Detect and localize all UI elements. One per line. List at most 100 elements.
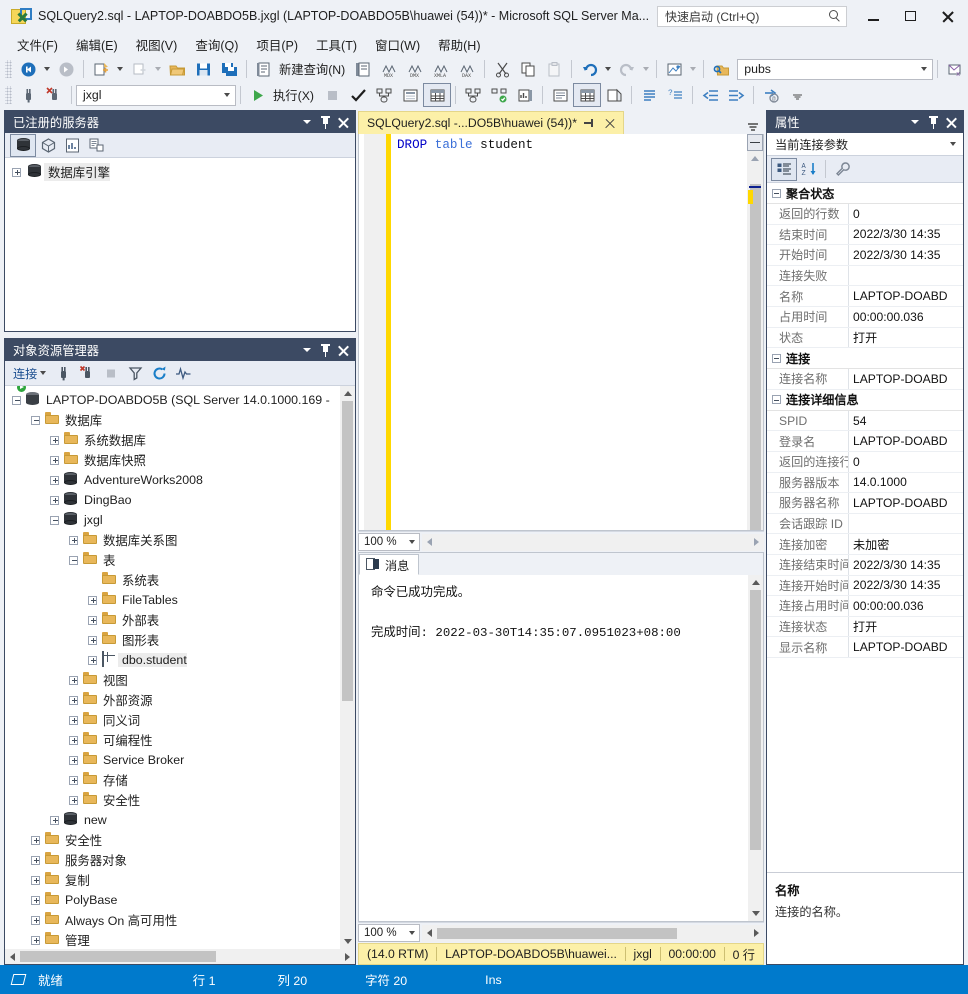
display-estimated-plan-button[interactable] bbox=[371, 84, 397, 106]
property-value[interactable]: LAPTOP-DOABD bbox=[849, 637, 963, 657]
tree-node[interactable]: 复制 bbox=[5, 870, 339, 890]
auto-hide-pin-icon-prop[interactable] bbox=[924, 113, 942, 131]
database-combo-arrow-icon[interactable] bbox=[916, 67, 932, 71]
property-value[interactable]: 未加密 bbox=[849, 534, 963, 554]
database-combo[interactable]: pubs bbox=[737, 58, 934, 80]
editor-vscroll-thumb[interactable] bbox=[749, 184, 761, 530]
expander-plus-icon[interactable] bbox=[85, 613, 100, 628]
analysis-services-filter-icon[interactable] bbox=[36, 135, 60, 156]
tab-sqlquery2[interactable]: SQLQuery2.sql -...DO5B\huawei (54))* bbox=[358, 111, 624, 134]
messages-output[interactable]: 命令已成功完成。 完成时间: 2022-03-30T14:35:07.09510… bbox=[359, 575, 763, 921]
property-row[interactable]: 返回的行数 0 bbox=[767, 204, 963, 225]
results-scroll-right-icon[interactable] bbox=[749, 926, 764, 941]
property-row[interactable]: 返回的连接行 0 bbox=[767, 451, 963, 473]
property-category[interactable]: 聚合状态 bbox=[767, 183, 963, 204]
new-query-with-connection-button[interactable]: x bbox=[942, 58, 968, 80]
property-row[interactable]: 服务器名称 LAPTOP-DOABD bbox=[767, 493, 963, 514]
property-row[interactable]: 登录名 LAPTOP-DOABD bbox=[767, 431, 963, 452]
filter-icon[interactable] bbox=[123, 363, 147, 384]
hscroll-thumb[interactable] bbox=[20, 951, 216, 962]
tree-node[interactable]: 可编程性 bbox=[5, 730, 339, 750]
reporting-services-filter-icon[interactable] bbox=[60, 135, 84, 156]
tree-node[interactable]: 外部表 bbox=[5, 610, 339, 630]
new-analysis-query-button[interactable] bbox=[350, 58, 376, 80]
close-icon-prop[interactable] bbox=[942, 113, 960, 131]
property-value[interactable]: 2022/3/30 14:35 bbox=[849, 555, 963, 575]
expander-plus-icon[interactable] bbox=[47, 813, 62, 828]
expander-plus-icon[interactable] bbox=[66, 793, 81, 808]
tree-node[interactable]: 数据库快照 bbox=[5, 450, 339, 470]
activity-monitor-icon[interactable] bbox=[171, 363, 195, 384]
editor-zoom-arrow-icon[interactable] bbox=[405, 540, 419, 544]
include-actual-plan-button[interactable] bbox=[460, 84, 486, 106]
tree-node[interactable]: AdventureWorks2008 bbox=[5, 470, 339, 490]
include-live-stats-button[interactable] bbox=[486, 84, 512, 106]
property-row[interactable]: 连接结束时间 2022/3/30 14:35 bbox=[767, 554, 963, 576]
property-row[interactable]: 连接加密 未加密 bbox=[767, 534, 963, 555]
new-dmx-query-button[interactable]: DMX bbox=[402, 58, 428, 80]
messages-scroll-up-icon[interactable] bbox=[748, 575, 763, 590]
paste-button[interactable] bbox=[541, 58, 567, 80]
expander-plus-icon[interactable] bbox=[28, 933, 43, 948]
results-zoom-combo[interactable]: 100 % bbox=[358, 924, 420, 942]
menu-window[interactable]: 窗口(W) bbox=[366, 32, 429, 57]
new-query-button[interactable] bbox=[251, 58, 277, 80]
property-category[interactable]: 连接 bbox=[767, 348, 963, 370]
categorized-view-icon[interactable] bbox=[771, 157, 797, 181]
property-pages-wrench-icon[interactable] bbox=[830, 159, 854, 180]
available-databases-combo[interactable]: jxgl bbox=[76, 84, 236, 106]
new-project-dropdown-icon[interactable] bbox=[117, 67, 123, 71]
property-value[interactable] bbox=[849, 266, 963, 286]
tree-node[interactable]: 安全性 bbox=[5, 790, 339, 810]
property-value[interactable]: 2022/3/30 14:35 bbox=[849, 225, 963, 245]
connect-button[interactable] bbox=[15, 84, 41, 106]
expander-minus-icon[interactable] bbox=[66, 553, 81, 568]
property-value[interactable]: LAPTOP-DOABD bbox=[849, 369, 963, 389]
panel-menu-button-oe[interactable] bbox=[298, 341, 316, 359]
vscroll-thumb[interactable] bbox=[342, 401, 353, 701]
integration-services-filter-icon[interactable] bbox=[84, 135, 108, 156]
scroll-left-arrow-icon[interactable] bbox=[5, 949, 20, 964]
property-value[interactable]: LAPTOP-DOABD bbox=[849, 286, 963, 306]
property-row[interactable]: 连接开始时间 2022/3/30 14:35 bbox=[767, 575, 963, 597]
open-file-button[interactable] bbox=[164, 58, 190, 80]
results-to-grid-button[interactable] bbox=[423, 83, 451, 107]
registered-servers-tree[interactable]: 数据库引擎 bbox=[5, 158, 355, 331]
uncomment-lines-button[interactable]: ? bbox=[662, 84, 688, 106]
disconnect-object-explorer-icon[interactable] bbox=[75, 363, 99, 384]
property-value[interactable]: LAPTOP-DOABD bbox=[849, 493, 963, 513]
scroll-right-arrow-icon[interactable] bbox=[340, 949, 355, 964]
disconnect-button[interactable] bbox=[41, 84, 67, 106]
save-button[interactable] bbox=[190, 58, 216, 80]
expander-plus-icon[interactable] bbox=[66, 753, 81, 768]
tree-node[interactable]: LAPTOP-DOABDO5B (SQL Server 14.0.1000.16… bbox=[5, 386, 339, 410]
tree-node[interactable]: 数据库 bbox=[5, 410, 339, 430]
new-mdx-query-button[interactable]: MDX bbox=[376, 58, 402, 80]
property-value[interactable]: 14.0.1000 bbox=[849, 473, 963, 493]
tree-node[interactable]: 同义词 bbox=[5, 710, 339, 730]
query-options-button[interactable] bbox=[397, 84, 423, 106]
expander-plus-icon[interactable] bbox=[47, 473, 62, 488]
property-value[interactable]: 2022/3/30 14:35 bbox=[849, 245, 963, 265]
expander-plus-icon[interactable] bbox=[85, 653, 100, 668]
expander-plus-icon[interactable] bbox=[9, 165, 24, 180]
scroll-down-arrow-icon[interactable] bbox=[340, 934, 355, 949]
expander-plus-icon[interactable] bbox=[85, 593, 100, 608]
close-button[interactable] bbox=[929, 1, 966, 31]
panel-menu-button-prop[interactable] bbox=[906, 113, 924, 131]
results-zoom-arrow-icon[interactable] bbox=[405, 931, 419, 935]
expander-minus-icon[interactable] bbox=[28, 413, 43, 428]
results-to-text-button[interactable] bbox=[547, 84, 573, 106]
tree-node-database-engine[interactable]: 数据库引擎 bbox=[5, 162, 355, 182]
stop-icon-oe[interactable] bbox=[99, 363, 123, 384]
expander-plus-icon[interactable] bbox=[47, 433, 62, 448]
expander-plus-icon[interactable] bbox=[66, 733, 81, 748]
tree-node[interactable]: 服务器对象 bbox=[5, 850, 339, 870]
messages-vscroll-thumb[interactable] bbox=[750, 590, 761, 850]
expander-plus-icon[interactable] bbox=[66, 713, 81, 728]
menu-view[interactable]: 视图(V) bbox=[127, 32, 187, 57]
panel-menu-button-rs[interactable] bbox=[298, 113, 316, 131]
property-value[interactable]: 00:00:00.036 bbox=[849, 596, 963, 616]
editor-code[interactable]: DROP table student bbox=[391, 134, 747, 530]
property-value[interactable]: 0 bbox=[849, 452, 963, 472]
